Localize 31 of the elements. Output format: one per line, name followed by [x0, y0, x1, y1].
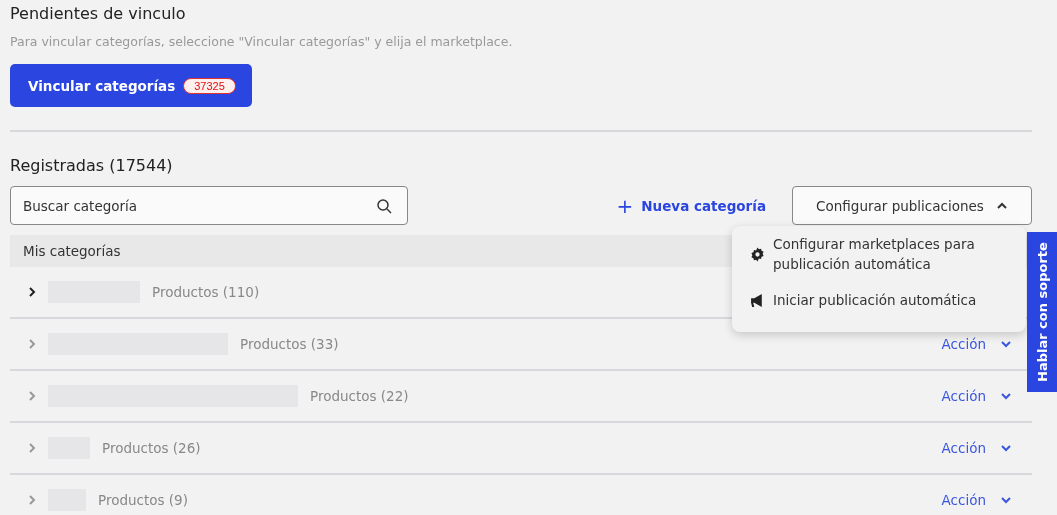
caret-icon — [1000, 338, 1012, 350]
section-title: Registradas (17544) — [10, 156, 174, 176]
hint-text: Para vincular categorías, seleccione "Vincular categorías" y elija el marketplace. — [10, 34, 514, 50]
expand-icon — [26, 442, 38, 454]
configure-dropdown[interactable]: Configurar publicaciones — [792, 186, 1032, 225]
expand-icon — [26, 338, 38, 350]
gear-icon — [750, 246, 765, 262]
expand-icon — [26, 286, 38, 298]
action-dropdown[interactable]: Acción — [941, 440, 1012, 456]
support-tab[interactable]: Hablar con soporte — [1027, 232, 1057, 392]
product-count: Productos (22) — [310, 388, 409, 404]
caret-icon — [1000, 390, 1012, 402]
expand-icon — [26, 494, 38, 506]
section-title: Pendientes de vinculo — [10, 4, 187, 24]
menu-item[interactable]: Iniciar publicación automática — [732, 280, 1026, 320]
product-count: Productos (26) — [102, 440, 201, 456]
action-dropdown[interactable]: Acción — [941, 336, 1012, 352]
expand-icon — [26, 390, 38, 402]
product-count: Productos (33) — [240, 336, 339, 352]
new-category-link[interactable]: + Nueva categoría — [616, 193, 766, 218]
megaphone-icon — [750, 292, 765, 308]
search-field[interactable]: Buscar categoría — [10, 186, 408, 225]
search-icon — [376, 198, 392, 214]
product-count: Productos (9) — [98, 492, 188, 508]
count-badge: 37325 — [183, 77, 236, 94]
caret-icon — [1000, 494, 1012, 506]
caret-icon — [1000, 442, 1012, 454]
action-dropdown[interactable]: Acción — [941, 492, 1012, 508]
link-categories-button[interactable]: Vincular categorías 37325 — [10, 64, 252, 107]
product-count: Productos (110) — [152, 284, 260, 300]
action-dropdown[interactable]: Acción — [941, 388, 1012, 404]
